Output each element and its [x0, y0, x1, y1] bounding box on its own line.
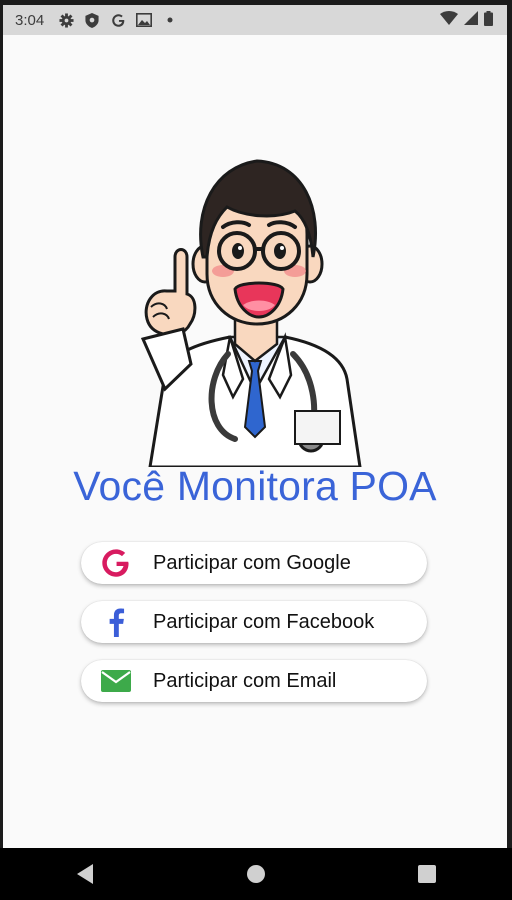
recents-button[interactable]	[397, 854, 457, 894]
doctor-illustration	[140, 159, 362, 467]
facebook-login-button[interactable]: Participar com Facebook	[81, 601, 427, 643]
status-bar: 3:04	[3, 5, 507, 35]
email-login-label: Participar com Email	[153, 669, 337, 692]
google-login-button[interactable]: Participar com Google	[81, 542, 427, 584]
wifi-icon	[440, 11, 458, 29]
app-screen: Você Monitora POA Participar com Google …	[3, 35, 507, 848]
image-icon	[136, 12, 153, 28]
email-icon	[99, 666, 133, 696]
battery-icon	[484, 10, 493, 30]
facebook-icon	[99, 607, 133, 637]
google-icon	[110, 12, 126, 28]
email-login-button[interactable]: Participar com Email	[81, 660, 427, 702]
navigation-bar	[0, 848, 512, 900]
google-icon	[99, 548, 133, 578]
google-login-label: Participar com Google	[153, 551, 351, 574]
home-button[interactable]	[226, 854, 286, 894]
facebook-login-label: Participar com Facebook	[153, 610, 375, 633]
app-title: Você Monitora POA	[73, 463, 437, 509]
recents-icon	[417, 865, 436, 883]
dot-icon	[162, 12, 178, 28]
device-frame-right	[507, 0, 512, 848]
signal-icon	[464, 11, 478, 29]
shield-icon	[84, 12, 100, 28]
back-button[interactable]	[55, 854, 115, 894]
status-time: 3:04	[15, 11, 45, 29]
settings-icon	[58, 12, 74, 28]
home-icon	[246, 865, 265, 883]
back-icon	[77, 864, 94, 884]
